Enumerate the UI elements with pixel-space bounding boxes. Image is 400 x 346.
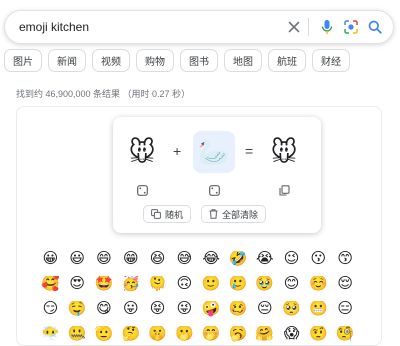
emoji-option[interactable]: 😋	[91, 301, 118, 317]
emoji-option[interactable]: 🤨	[305, 326, 332, 342]
emoji-option[interactable]: 😊	[278, 276, 305, 292]
left-emoji-slot[interactable]: 🐭	[121, 131, 163, 173]
emoji-option[interactable]: 🫠	[144, 276, 171, 292]
emoji-option[interactable]: 😑	[332, 301, 359, 317]
filter-maps[interactable]: 地图	[224, 49, 262, 72]
randomize-left-icon[interactable]	[135, 183, 149, 197]
search-bar[interactable]: emoji kitchen	[4, 10, 394, 44]
emoji-option[interactable]: 😌	[332, 276, 359, 292]
emoji-option[interactable]: 🤭	[198, 326, 225, 342]
emoji-option[interactable]: 😉	[278, 251, 305, 267]
left-emoji: 🐭	[128, 137, 156, 167]
emoji-option[interactable]: 🥰	[37, 276, 64, 292]
result-emoji: 🐭	[270, 137, 298, 167]
emoji-option[interactable]: 🥴	[225, 301, 252, 317]
emoji-option[interactable]: 😁	[117, 251, 144, 267]
filter-flights[interactable]: 航班	[268, 49, 306, 72]
random-button-label: 随机	[165, 209, 184, 220]
filter-videos[interactable]: 视频	[92, 49, 130, 72]
emoji-option[interactable]: 🥱	[225, 326, 252, 342]
emoji-option[interactable]: 🥺	[278, 301, 305, 317]
emoji-option[interactable]: 🤪	[198, 301, 225, 317]
emoji-option[interactable]: 🤩	[91, 276, 118, 292]
emoji-option[interactable]: 🥲	[225, 276, 252, 292]
filter-finance[interactable]: 财经	[312, 49, 350, 72]
emoji-option[interactable]: 😀	[37, 251, 64, 267]
emoji-option[interactable]: 😄	[91, 251, 118, 267]
emoji-option[interactable]: 🤔	[117, 326, 144, 342]
emoji-option[interactable]: 😆	[144, 251, 171, 267]
emoji-option[interactable]: 🤗	[251, 326, 278, 342]
search-divider	[308, 18, 309, 36]
right-emoji: 🦢	[197, 137, 231, 167]
result-emoji-slot[interactable]: 🐭	[263, 131, 305, 173]
emoji-option[interactable]: 🤐	[64, 326, 91, 342]
search-icon[interactable]	[365, 17, 385, 37]
emoji-option[interactable]: 🫡	[91, 326, 118, 342]
mic-icon[interactable]	[317, 17, 337, 37]
emoji-option[interactable]: 🫢	[171, 326, 198, 342]
emoji-option[interactable]: 😭	[251, 251, 278, 267]
clear-all-label: 全部清除	[222, 209, 259, 220]
emoji-option[interactable]: 😬	[305, 301, 332, 317]
emoji-option[interactable]: 🧐	[332, 326, 359, 342]
trash-icon	[209, 209, 218, 219]
filter-chips: 图片 新闻 视频 购物 图书 地图 航班 财经	[4, 49, 350, 72]
plus-sign: +	[173, 143, 182, 159]
emoji-option[interactable]: ☺️	[305, 276, 332, 292]
shuffle-icon	[151, 209, 161, 219]
emoji-option[interactable]: 😛	[117, 301, 144, 317]
random-button[interactable]: 随机	[143, 205, 192, 223]
emoji-option[interactable]: 😱	[278, 326, 305, 342]
search-input[interactable]: emoji kitchen	[19, 20, 280, 34]
emoji-option[interactable]: 😗	[305, 251, 332, 267]
emoji-option[interactable]: 🥹	[251, 276, 278, 292]
results-count: 找到约 46,900,000 条结果 （用时 0.27 秒）	[16, 89, 191, 99]
emoji-option[interactable]: 🤤	[64, 301, 91, 317]
filter-images[interactable]: 图片	[4, 49, 42, 72]
clear-all-button[interactable]: 全部清除	[201, 205, 267, 223]
equals-sign: =	[245, 143, 254, 159]
copy-icon[interactable]	[277, 183, 291, 197]
emoji-option[interactable]: 😃	[64, 251, 91, 267]
emoji-option[interactable]: 😂	[198, 251, 225, 267]
emoji-option[interactable]: 🥳	[117, 276, 144, 292]
emoji-kitchen-card: 🐭 + 🦢 = 🐭 随机 全部清除 😀😃😄😁😆😅😂🤣😭😉😗😙🥰😍�	[16, 106, 382, 346]
emoji-option[interactable]: 😍	[64, 276, 91, 292]
emoji-option[interactable]: 🤫	[144, 326, 171, 342]
filter-books[interactable]: 图书	[180, 49, 218, 72]
camera-icon[interactable]	[341, 17, 361, 37]
filter-shopping[interactable]: 购物	[136, 49, 174, 72]
emoji-option[interactable]: 😶‍🌫️	[37, 326, 64, 342]
close-icon[interactable]	[284, 17, 304, 37]
emoji-option[interactable]: 😙	[332, 251, 359, 267]
emoji-option[interactable]: 😅	[171, 251, 198, 267]
emoji-option[interactable]: 😏	[37, 301, 64, 317]
emoji-option[interactable]: 🙃	[171, 276, 198, 292]
emoji-option[interactable]: 😔	[251, 301, 278, 317]
emoji-option[interactable]: 🤣	[225, 251, 252, 267]
emoji-option[interactable]: 😝	[144, 301, 171, 317]
emoji-option[interactable]: 😜	[171, 301, 198, 317]
filter-news[interactable]: 新闻	[48, 49, 86, 72]
emoji-option[interactable]: 🙂	[198, 276, 225, 292]
emoji-picker-grid: 😀 😃 😄 😁 😆 😅 😂 🤣 😭 😉 😗 😙 🥰 😍 🤩 🥳 🫠 🙃 🙂 🥲 🥹 😊 ☺️ 😌 😏 🤤 😋 😛 😝 😜 🤪 🥴 😔 🥺 😬 😑 😶‍🌫…	[37, 251, 367, 342]
right-emoji-slot[interactable]: 🦢	[193, 131, 235, 173]
randomize-right-icon[interactable]	[207, 183, 221, 197]
emoji-combiner: 🐭 + 🦢 = 🐭 随机 全部清除	[113, 117, 321, 233]
